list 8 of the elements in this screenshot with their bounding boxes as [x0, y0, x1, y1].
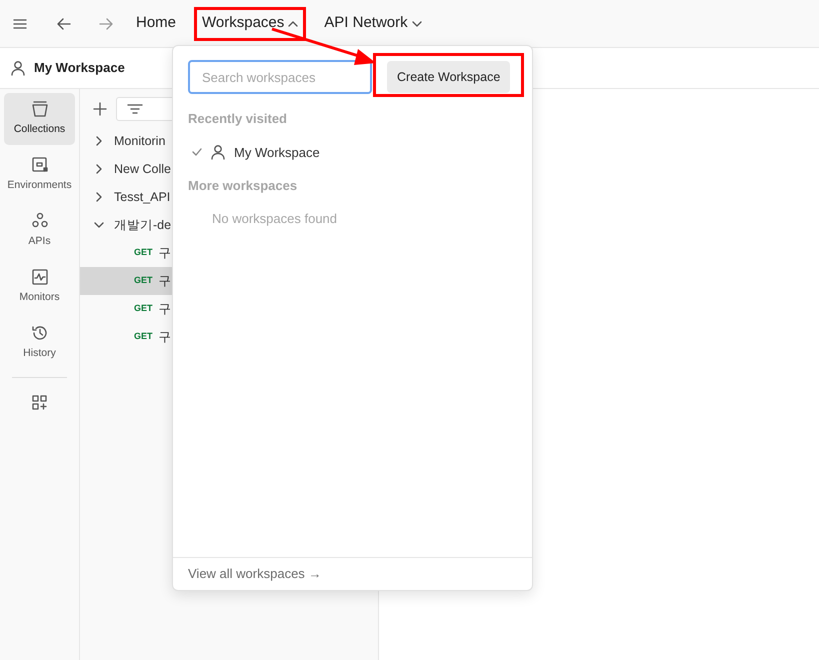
method-label: GET	[134, 330, 153, 344]
workspace-title: My Workspace	[34, 59, 125, 78]
method-label: GET	[134, 302, 153, 316]
section-heading: More workspaces	[188, 177, 298, 195]
method-label: GET	[134, 246, 153, 260]
section-heading: Recently visited	[188, 110, 288, 128]
method-label: GET	[134, 274, 153, 288]
empty-message: No workspaces found	[212, 210, 338, 228]
